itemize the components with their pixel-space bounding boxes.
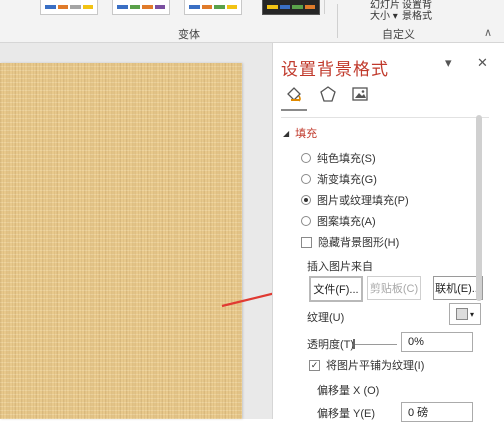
variant-thumbnail-4[interactable] — [262, 0, 320, 15]
color-swatch — [292, 5, 303, 9]
radio-picture-fill-selected[interactable] — [301, 195, 311, 205]
texture-dropdown[interactable]: ▾ — [449, 303, 481, 325]
pattern-fill-label: 图案填充(A) — [317, 216, 376, 228]
checkbox-hide-graphics[interactable] — [301, 236, 312, 248]
color-swatch — [214, 5, 225, 9]
insert-picture-from-label: 插入图片来自 — [307, 261, 373, 273]
fill-section-header[interactable]: ◢ 填充 — [283, 125, 317, 141]
gradient-fill-label: 渐变填充(G) — [317, 174, 377, 186]
tab-effects-pentagon-icon[interactable] — [317, 83, 339, 105]
tab-fill-bucket-icon[interactable] — [283, 83, 305, 105]
solid-fill-label: 纯色填充(S) — [317, 153, 376, 165]
solid-fill-option[interactable]: 纯色填充(S) — [301, 150, 376, 166]
format-bg-label-1: 设置背 — [402, 0, 432, 11]
fill-section-label: 填充 — [295, 128, 318, 140]
offset-y-input[interactable]: 0 磅 — [401, 402, 473, 422]
color-swatch — [82, 5, 93, 9]
radio-pattern-fill[interactable] — [301, 216, 311, 226]
collapse-ribbon-icon[interactable]: ∧ — [484, 26, 492, 39]
texture-label: 纹理(U) — [307, 312, 345, 324]
color-swatch — [154, 5, 165, 9]
slide-size-label-2: 大小 ▾ — [370, 11, 400, 22]
variant-thumbnail-1[interactable] — [40, 0, 98, 15]
color-swatch — [279, 5, 290, 9]
pane-divider — [281, 117, 489, 118]
ribbon: 变体 幻灯片 大小 ▾ 设置背 景格式 自定义 ∧ — [0, 0, 504, 43]
close-icon[interactable]: ✕ — [477, 55, 488, 71]
format-background-pane: 设置背景格式 ▾ ✕ ◢ 填充 纯色填充(S) 渐变填充(G) 图片或纹理填充(… — [272, 43, 504, 422]
tile-picture-label: 将图片平铺为纹理(I) — [326, 360, 425, 372]
chevron-down-icon: ▾ — [469, 309, 474, 319]
offset-x-label: 偏移量 X (O) — [317, 385, 380, 397]
color-stripe — [267, 5, 315, 9]
color-swatch — [57, 5, 68, 9]
variants-more-button[interactable] — [324, 0, 335, 14]
active-tab-indicator — [281, 109, 307, 111]
color-stripe — [45, 5, 93, 9]
collapse-triangle-icon: ◢ — [283, 128, 290, 138]
color-swatch — [117, 5, 128, 9]
format-background-button[interactable]: 设置背 景格式 — [402, 0, 432, 22]
variant-thumbnail-3[interactable] — [184, 0, 242, 15]
pattern-fill-option[interactable]: 图案填充(A) — [301, 213, 376, 229]
color-stripe — [117, 5, 165, 9]
color-swatch — [267, 5, 278, 9]
tab-picture-icon[interactable] — [349, 83, 371, 105]
checkbox-tile-picture-checked[interactable]: ✓ — [309, 359, 320, 371]
color-swatch — [70, 5, 81, 9]
picture-fill-option[interactable]: 图片或纹理填充(P) — [301, 192, 409, 208]
slide-size-text: 大小 — [370, 11, 390, 22]
color-swatch — [189, 5, 200, 9]
dropdown-arrow-icon: ▾ — [392, 11, 398, 22]
customize-group-label: 自定义 — [382, 29, 415, 41]
ribbon-separator — [337, 4, 338, 38]
variants-group-label: 变体 — [178, 29, 200, 41]
transparency-slider-track[interactable] — [353, 344, 397, 345]
color-swatch — [129, 5, 140, 9]
color-swatch — [45, 5, 56, 9]
transparency-label: 透明度(T) — [307, 339, 355, 351]
picture-fill-label: 图片或纹理填充(P) — [317, 195, 409, 207]
pane-options-icon[interactable]: ▾ — [445, 55, 452, 71]
slide-size-button[interactable]: 幻灯片 大小 ▾ — [370, 0, 400, 22]
texture-preview-icon — [455, 308, 468, 320]
hide-graphics-label: 隐藏背景图形(H) — [318, 237, 400, 249]
gradient-fill-option[interactable]: 渐变填充(G) — [301, 171, 377, 187]
variant-thumbnail-2[interactable] — [112, 0, 170, 15]
transparency-input[interactable]: 0% — [401, 332, 473, 352]
hide-background-graphics-option[interactable]: 隐藏背景图形(H) — [301, 234, 399, 250]
file-button[interactable]: 文件(F)... — [309, 276, 363, 302]
pane-title: 设置背景格式 — [281, 60, 389, 79]
color-swatch — [226, 5, 237, 9]
format-bg-label-2: 景格式 — [402, 11, 432, 22]
color-swatch — [201, 5, 212, 9]
radio-solid-fill[interactable] — [301, 153, 311, 163]
color-stripe — [189, 5, 237, 9]
pane-scrollbar[interactable] — [476, 115, 482, 301]
tile-picture-option[interactable]: ✓ 将图片平铺为纹理(I) — [309, 357, 424, 373]
clipboard-button[interactable]: 剪贴板(C) — [367, 276, 421, 300]
color-swatch — [142, 5, 153, 9]
slide-size-label-1: 幻灯片 — [370, 0, 400, 11]
transparency-slider-thumb[interactable] — [353, 339, 355, 349]
slide-textured-background[interactable] — [0, 63, 242, 419]
color-swatch — [304, 5, 315, 9]
radio-gradient-fill[interactable] — [301, 174, 311, 184]
